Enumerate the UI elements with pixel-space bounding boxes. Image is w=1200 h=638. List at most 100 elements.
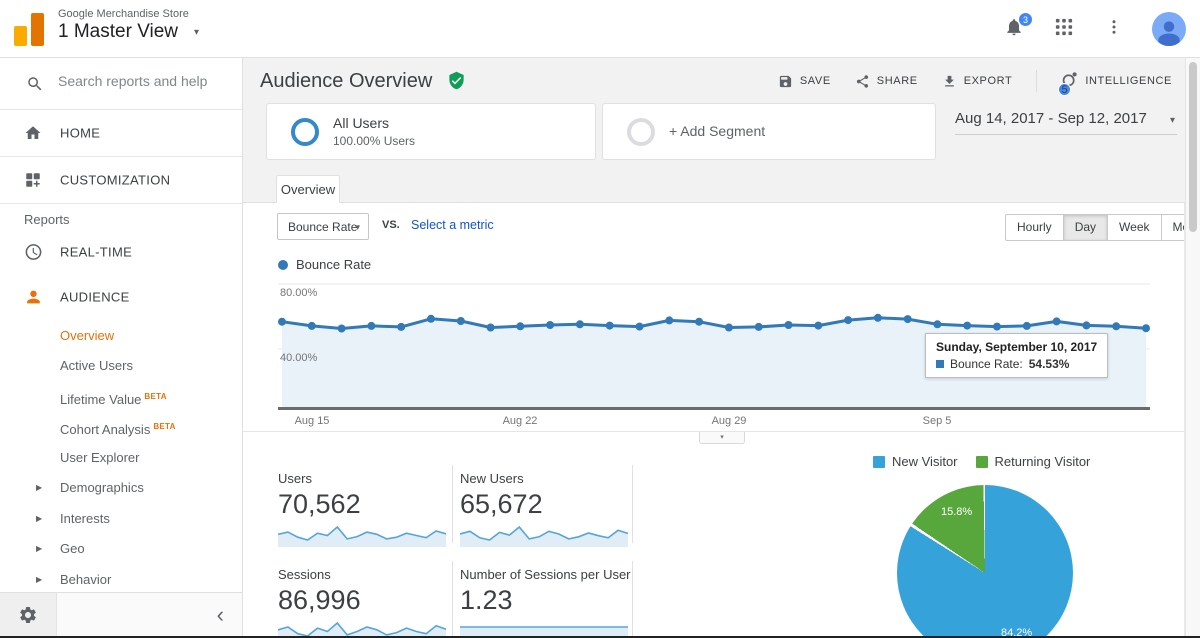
analytics-app: Google Merchandise Store 1 Master View ▾… xyxy=(0,0,1200,638)
avatar[interactable] xyxy=(1152,12,1186,46)
card-divider xyxy=(452,561,453,636)
chevron-down-icon: ▾ xyxy=(355,222,360,233)
expand-arrow-icon: ▶ xyxy=(36,504,42,534)
x-axis-tick: Aug 22 xyxy=(503,415,538,427)
notification-badge: 3 xyxy=(1018,12,1033,27)
granularity-day-button[interactable]: Day xyxy=(1064,214,1108,241)
granularity-month-button[interactable]: Month xyxy=(1162,214,1186,241)
search-input[interactable] xyxy=(58,73,228,89)
admin-settings-button[interactable] xyxy=(0,593,57,636)
legend-swatch-icon xyxy=(873,456,885,468)
sidebar-item-behavior[interactable]: ▶ Behavior xyxy=(0,565,242,595)
tooltip-swatch-icon xyxy=(936,360,944,368)
save-button[interactable]: SAVE xyxy=(778,74,831,89)
sparkline xyxy=(278,525,446,547)
chart-legend[interactable]: Bounce Rate xyxy=(278,257,371,272)
select-metric-link[interactable]: Select a metric xyxy=(411,218,494,232)
legend-swatch-icon xyxy=(976,456,988,468)
intelligence-badge: 5 xyxy=(1058,83,1071,96)
segment-donut-icon xyxy=(291,118,319,146)
page-title: Audience Overview xyxy=(260,70,432,93)
chevron-down-icon: ▾ xyxy=(194,27,199,38)
pie-slice-label: 84.2% xyxy=(1001,627,1032,636)
customization-icon xyxy=(24,171,42,189)
chevron-down-icon: ▾ xyxy=(1170,115,1175,126)
notifications-button[interactable]: 3 xyxy=(1002,17,1026,41)
visitor-type-pie-chart[interactable]: 15.8% 84.2% xyxy=(897,485,1073,636)
gear-icon xyxy=(18,605,38,625)
sidebar: HOME CUSTOMIZATION Reports REAL-TIME AUD… xyxy=(0,58,243,638)
granularity-hourly-button[interactable]: Hourly xyxy=(1005,214,1064,241)
sidebar-item-demographics[interactable]: ▶ Demographics xyxy=(0,473,242,503)
home-icon xyxy=(24,124,42,142)
sparkline xyxy=(278,621,446,636)
collapse-chart-button[interactable]: ▾ xyxy=(699,432,745,444)
x-axis-tick: Sep 5 xyxy=(923,415,952,427)
metric-card-new-users: New Users 65,672 xyxy=(460,471,632,547)
sidebar-item-user-explorer[interactable]: User Explorer xyxy=(0,443,242,473)
sidebar-item-lifetime-value[interactable]: Lifetime ValueBETA xyxy=(0,382,242,412)
scrollbar-thumb[interactable] xyxy=(1189,62,1197,232)
verified-shield-icon xyxy=(447,71,466,95)
intelligence-icon: 5 xyxy=(1061,71,1078,91)
beta-badge: BETA xyxy=(144,392,166,401)
sidebar-search xyxy=(0,58,242,110)
bounce-rate-chart[interactable]: 80.00% 40.00% Aug 15 Aug 22 Aug 29 Sep 5… xyxy=(278,283,1150,433)
sidebar-item-active-users[interactable]: Active Users xyxy=(0,351,242,381)
x-axis-tick: Aug 15 xyxy=(295,415,330,427)
analytics-logo-icon xyxy=(14,10,48,48)
sparkline xyxy=(460,621,628,636)
sidebar-item-customization[interactable]: CUSTOMIZATION xyxy=(0,157,242,204)
clock-icon xyxy=(24,243,43,262)
metric-card-sessions-per-user: Number of Sessions per User 1.23 xyxy=(460,567,632,636)
card-divider xyxy=(632,561,633,636)
sidebar-footer: ‹ xyxy=(0,592,242,636)
legend-new-visitor[interactable]: New Visitor xyxy=(873,454,958,469)
top-bar: Google Merchandise Store 1 Master View ▾… xyxy=(0,0,1200,58)
legend-returning-visitor[interactable]: Returning Visitor xyxy=(976,454,1091,469)
pie-slice-label: 15.8% xyxy=(941,506,972,518)
granularity-week-button[interactable]: Week xyxy=(1108,214,1161,241)
sidebar-item-real-time[interactable]: REAL-TIME xyxy=(0,234,242,270)
more-options-button[interactable] xyxy=(1102,17,1126,41)
metric-card-sessions: Sessions 86,996 xyxy=(278,567,450,636)
toolbar-divider xyxy=(1036,70,1037,92)
add-segment-button[interactable]: + Add Segment xyxy=(602,103,936,160)
sidebar-item-interests[interactable]: ▶ Interests xyxy=(0,504,242,534)
expand-arrow-icon: ▶ xyxy=(36,565,42,595)
apps-menu-button[interactable] xyxy=(1052,17,1076,41)
share-icon xyxy=(855,74,870,89)
sidebar-item-cohort-analysis[interactable]: Cohort AnalysisBETA xyxy=(0,412,242,442)
share-button[interactable]: SHARE xyxy=(855,74,918,89)
date-range-selector[interactable]: Aug 14, 2017 - Sep 12, 2017 ▾ xyxy=(955,110,1177,135)
y-axis-tick: 80.00% xyxy=(280,287,317,299)
download-icon xyxy=(942,74,957,89)
collapse-sidebar-button[interactable]: ‹ xyxy=(217,604,224,626)
expand-arrow-icon: ▶ xyxy=(36,534,42,564)
sparkline xyxy=(460,525,628,547)
scrollbar-track[interactable] xyxy=(1185,58,1200,636)
beta-badge: BETA xyxy=(153,422,175,431)
expand-arrow-icon: ▶ xyxy=(36,473,42,503)
segment-all-users[interactable]: All Users 100.00% Users xyxy=(266,103,596,160)
sidebar-item-overview[interactable]: Overview xyxy=(0,321,242,351)
reports-heading: Reports xyxy=(24,212,70,227)
sidebar-item-audience[interactable]: AUDIENCE xyxy=(0,279,242,315)
metric-card-users: Users 70,562 xyxy=(278,471,450,547)
view-selector[interactable]: 1 Master View ▾ xyxy=(58,21,199,43)
intelligence-button[interactable]: 5 INTELLIGENCE xyxy=(1061,71,1172,91)
tab-overview[interactable]: Overview xyxy=(276,175,340,203)
sidebar-item-geo[interactable]: ▶ Geo xyxy=(0,534,242,564)
granularity-control: Hourly Day Week Month xyxy=(1005,214,1185,241)
export-button[interactable]: EXPORT xyxy=(942,74,1013,89)
date-range: Aug 14, 2017 - Sep 12, 2017 xyxy=(955,110,1147,127)
report-panel: Bounce Rate ▾ vs. Select a metric Hourly… xyxy=(243,202,1185,636)
sidebar-item-home[interactable]: HOME xyxy=(0,110,242,157)
pie-legend: New Visitor Returning Visitor xyxy=(873,454,1090,469)
chart-tooltip: Sunday, September 10, 2017 Bounce Rate: … xyxy=(925,333,1108,378)
metric-selector-dropdown[interactable]: Bounce Rate ▾ xyxy=(277,213,369,240)
vs-label: vs. xyxy=(382,219,400,231)
segment-donut-icon xyxy=(627,118,655,146)
save-icon xyxy=(778,74,793,89)
view-name: 1 Master View xyxy=(58,21,178,43)
